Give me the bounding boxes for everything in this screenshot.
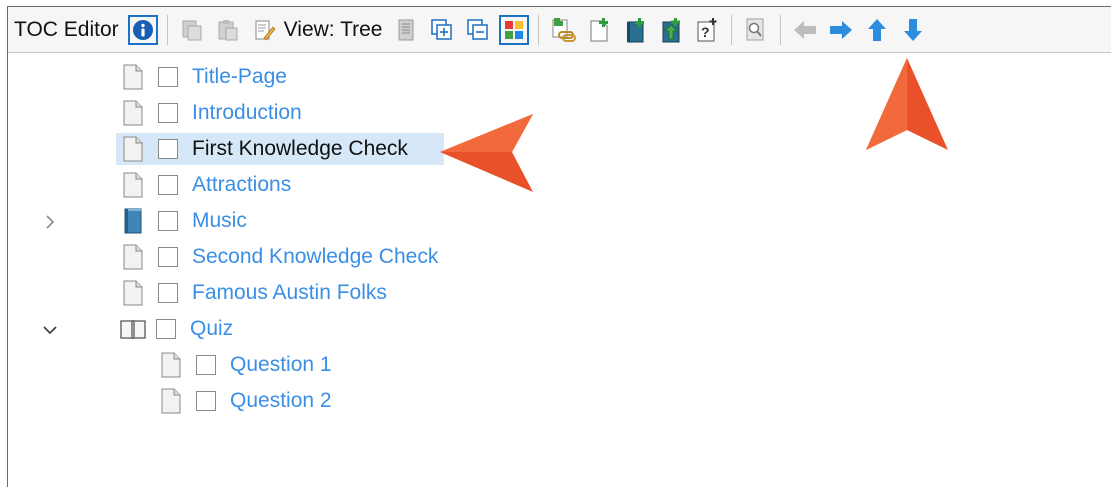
item-checkbox[interactable] [158,211,178,231]
tree-item-label[interactable]: First Knowledge Check [192,137,408,161]
book-open-icon [118,315,148,343]
callout-arrow-left-icon [440,114,533,192]
tree-item-label[interactable]: Music [192,209,247,233]
tree-item-second-knowledge-check[interactable]: Second Knowledge Check [120,240,438,274]
move-left-button[interactable] [790,15,820,45]
item-checkbox[interactable] [156,319,176,339]
move-right-button[interactable] [826,15,856,45]
tree-item-introduction[interactable]: Introduction [120,96,302,130]
search-icon [746,18,764,40]
tree-item-label[interactable]: Second Knowledge Check [192,245,438,269]
tree-item-label[interactable]: Introduction [192,101,302,125]
tree-item-music[interactable]: Music [120,204,247,238]
properties-button[interactable] [391,15,421,45]
new-chapter-button[interactable] [656,15,686,45]
new-page-button[interactable] [584,15,614,45]
arrow-right-icon [830,20,853,39]
arrow-down-icon [904,18,923,41]
move-up-button[interactable] [862,15,892,45]
link-button[interactable] [548,15,578,45]
properties-icon [398,19,414,40]
expand-all-icon [431,18,453,40]
tree-item-label[interactable]: Question 2 [230,389,332,413]
notepad-icon [255,20,276,41]
arrow-up-icon [868,18,887,41]
item-checkbox[interactable] [158,67,178,87]
toc-toolbar: TOC Editor View: Tree ? [8,7,1111,53]
copy-icon [182,20,202,40]
chevron-right-icon[interactable] [42,214,58,230]
tree-item-question-2[interactable]: Question 2 [158,384,332,418]
tree-item-label[interactable]: Attractions [192,173,291,197]
arrow-left-icon [794,20,817,39]
page-icon [120,171,146,199]
svg-text:?: ? [701,24,710,40]
notepad-button[interactable] [249,15,279,45]
new-page-icon [590,17,609,41]
chevron-down-icon[interactable] [42,322,58,338]
item-checkbox[interactable] [158,247,178,267]
page-icon [120,243,146,271]
copy-button[interactable] [177,15,207,45]
page-icon [120,63,146,91]
item-checkbox[interactable] [158,175,178,195]
tree-item-famous-austin-folks[interactable]: Famous Austin Folks [120,276,387,310]
expand-all-button[interactable] [427,15,457,45]
toolbar-separator [166,14,168,45]
tiles-button[interactable] [499,14,530,45]
collapse-all-icon [467,18,489,40]
page-icon [120,279,146,307]
paste-button[interactable] [213,15,243,45]
tree-item-quiz[interactable]: Quiz [118,312,233,346]
tree-item-question-1[interactable]: Question 1 [158,348,332,382]
info-icon [132,19,153,40]
search-button[interactable] [741,15,771,45]
new-book-icon [627,17,645,42]
item-checkbox[interactable] [196,355,216,375]
toolbar-separator [731,14,733,45]
toolbar-separator [780,14,782,45]
page-icon [158,351,184,379]
new-question-button[interactable]: ? [692,15,722,45]
new-book-button[interactable] [620,15,650,45]
callout-arrow-up-icon [866,58,948,150]
link-icon [552,17,577,42]
info-button[interactable] [127,14,158,45]
book-closed-icon [120,207,146,235]
tree-item-first-knowledge-check[interactable]: First Knowledge Check [116,132,444,166]
item-checkbox[interactable] [158,139,178,159]
new-question-icon: ? [697,17,717,41]
paste-icon [218,19,238,40]
tree-item-label[interactable]: Question 1 [230,353,332,377]
view-mode-label[interactable]: View: Tree [284,18,383,42]
tree-item-label[interactable]: Title-Page [192,65,287,89]
tree-item-attractions[interactable]: Attractions [120,168,291,202]
editor-title: TOC Editor [14,17,119,41]
move-down-button[interactable] [898,15,928,45]
page-icon [158,387,184,415]
new-chapter-icon [662,17,681,42]
collapse-all-button[interactable] [463,15,493,45]
item-checkbox[interactable] [158,103,178,123]
tree-item-label[interactable]: Famous Austin Folks [192,281,387,305]
tree-item-label[interactable]: Quiz [190,317,233,341]
item-checkbox[interactable] [158,283,178,303]
item-checkbox[interactable] [196,391,216,411]
tiles-icon [505,20,524,39]
page-icon [120,135,146,163]
toolbar-separator [538,14,540,45]
page-icon [120,99,146,127]
tree-item-title-page[interactable]: Title-Page [120,60,287,94]
